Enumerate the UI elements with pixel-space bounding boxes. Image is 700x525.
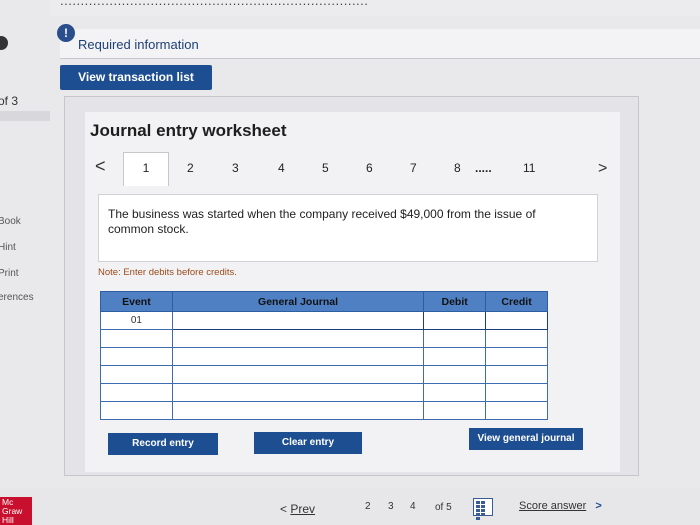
credit-input-cell[interactable] xyxy=(485,329,548,348)
column-header-debit: Debit xyxy=(423,291,487,312)
next-page-arrow-icon[interactable]: > xyxy=(598,160,607,178)
required-information-tab[interactable]: Required information xyxy=(60,29,700,59)
credit-input-cell[interactable] xyxy=(485,365,548,384)
page-tab-2[interactable]: 2 xyxy=(187,152,194,175)
worksheet-title: Journal entry worksheet xyxy=(90,121,287,140)
credit-input-cell[interactable] xyxy=(485,311,548,330)
account-select-cell[interactable] xyxy=(171,365,425,384)
alert-icon: ! xyxy=(57,24,75,42)
sidebar-progress-tab xyxy=(0,111,50,121)
column-header-event: Event xyxy=(100,291,173,312)
clear-entry-button[interactable]: Clear entry xyxy=(254,432,362,454)
score-answer-label: Score answer xyxy=(519,500,587,512)
view-transaction-list-button[interactable]: View transaction list xyxy=(60,65,212,90)
prev-label: Prev xyxy=(290,502,316,516)
page-tab-11[interactable]: 11 xyxy=(523,152,535,175)
debits-before-credits-note: Note: Enter debits before credits. xyxy=(98,267,237,278)
page-tab-7[interactable]: 7 xyxy=(410,152,417,175)
debit-input-cell[interactable] xyxy=(423,347,487,366)
event-cell xyxy=(100,401,173,420)
page-tab-6[interactable]: 6 xyxy=(366,152,373,175)
credit-input-cell[interactable] xyxy=(485,401,548,420)
event-cell: 01 xyxy=(100,311,173,330)
mcgraw-hill-logo: Mc Graw Hill xyxy=(0,497,32,525)
debit-input-cell[interactable] xyxy=(423,401,487,420)
credit-input-cell[interactable] xyxy=(485,383,548,402)
worksheet-pager: < 1 2 3 4 5 6 7 8 ..... 11 > xyxy=(95,152,620,186)
page-tab-8[interactable]: 8 xyxy=(454,152,461,175)
sidebar-item-book[interactable]: Book xyxy=(0,216,21,227)
question-page-count: of 3 xyxy=(0,94,19,108)
question-grid-icon[interactable] xyxy=(473,498,493,520)
required-information-label: Required information xyxy=(78,37,199,52)
debit-input-cell[interactable] xyxy=(423,365,487,384)
prev-question-button[interactable]: < Prev xyxy=(280,502,315,516)
account-select-cell[interactable] xyxy=(171,401,425,420)
transaction-description: The business was started when the compan… xyxy=(108,207,536,236)
page-tab-5[interactable]: 5 xyxy=(322,152,329,175)
account-select-cell[interactable] xyxy=(171,311,425,330)
page-tab-1[interactable]: 1 xyxy=(123,152,169,186)
top-truncated-text: ........................................… xyxy=(50,0,700,16)
table-row xyxy=(100,329,548,348)
question-page-2[interactable]: 2 xyxy=(365,501,371,512)
record-entry-button[interactable]: Record entry xyxy=(108,433,218,455)
table-row xyxy=(100,401,548,420)
debit-input-cell[interactable] xyxy=(423,329,487,348)
debit-input-cell[interactable] xyxy=(423,383,487,402)
event-cell xyxy=(100,383,173,402)
column-header-general-journal: General Journal xyxy=(171,291,425,312)
sidebar-item-hint[interactable]: Hint xyxy=(0,242,16,253)
next-chevron-icon: > xyxy=(595,500,602,512)
question-page-4[interactable]: 4 xyxy=(410,501,416,512)
prev-page-arrow-icon[interactable]: < xyxy=(95,156,106,177)
view-general-journal-button[interactable]: View general journal xyxy=(469,428,583,450)
prev-chevron-icon: < xyxy=(280,502,288,516)
event-cell xyxy=(100,365,173,384)
sidebar-item-print[interactable]: Print xyxy=(0,268,19,279)
page-ellipsis: ..... xyxy=(475,161,492,175)
table-row xyxy=(100,383,548,402)
transaction-description-box: The business was started when the compan… xyxy=(98,194,598,262)
page-tab-4[interactable]: 4 xyxy=(278,152,285,175)
sidebar-item-references[interactable]: erences xyxy=(0,292,34,303)
table-row xyxy=(100,365,548,384)
table-row xyxy=(100,347,548,366)
general-journal-table: Event General Journal Debit Credit 01 xyxy=(100,291,548,420)
account-select-cell[interactable] xyxy=(171,347,425,366)
event-cell xyxy=(100,329,173,348)
event-cell xyxy=(100,347,173,366)
credit-input-cell[interactable] xyxy=(485,347,548,366)
column-header-credit: Credit xyxy=(485,291,548,312)
account-select-cell[interactable] xyxy=(171,383,425,402)
score-answer-button[interactable]: Score answer > xyxy=(519,500,602,512)
page-tab-3[interactable]: 3 xyxy=(232,152,239,175)
question-page-3[interactable]: 3 xyxy=(388,501,394,512)
table-row: 01 xyxy=(100,311,548,330)
sidebar-toggle-dot[interactable] xyxy=(0,36,8,50)
account-select-cell[interactable] xyxy=(171,329,425,348)
question-total-count: of 5 xyxy=(435,502,452,513)
debit-input-cell[interactable] xyxy=(423,311,487,330)
